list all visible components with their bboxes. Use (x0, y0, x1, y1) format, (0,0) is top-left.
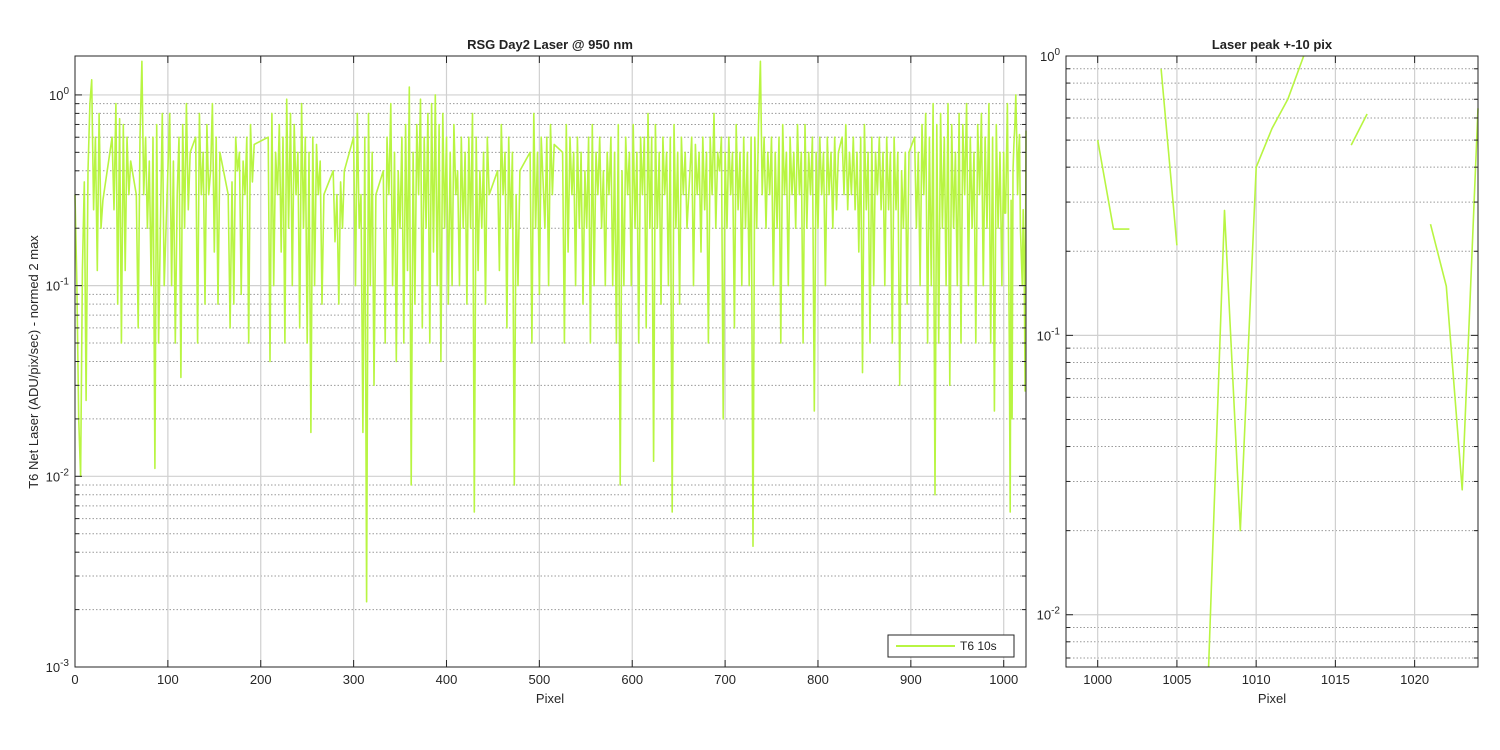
peak-plot-area (1066, 56, 1478, 667)
main-chart: 10-310-210-11000 100 200 300 400 500 600 700 800… (26, 37, 1027, 706)
main-x-tick-label: 0 (71, 672, 78, 687)
peak-y-tick-label: 10-1 (1037, 326, 1061, 343)
main-x-tick-label: 300 (343, 672, 365, 687)
peak-y-tick-label: 10-2 (1037, 606, 1061, 623)
peak-x-axis-label: Pixel (1258, 691, 1286, 706)
figure: 10-310-210-11000 100 200 300 400 500 600 700 800… (26, 37, 1479, 706)
main-y-tick-label: 100 (49, 86, 69, 103)
main-x-tick-label: 400 (436, 672, 458, 687)
main-y-tick-label: 10-1 (46, 277, 70, 294)
main-x-tick-label: 700 (714, 672, 736, 687)
legend-label: T6 10s (960, 639, 997, 653)
main-x-tick-label: 100 (157, 672, 179, 687)
peak-x-tick-label: 1000 (1083, 672, 1112, 687)
main-x-tick-label: 200 (250, 672, 272, 687)
main-chart-title: RSG Day2 Laser @ 950 nm (467, 37, 633, 52)
main-x-tick-label: 800 (807, 672, 829, 687)
main-y-tick-label: 10-2 (46, 467, 70, 484)
main-x-tick-label: 1000 (989, 672, 1018, 687)
peak-chart-title: Laser peak +-10 pix (1212, 37, 1333, 52)
main-x-tick-label: 600 (621, 672, 643, 687)
peak-x-tick-label: 1010 (1242, 672, 1271, 687)
main-x-tick-label: 900 (900, 672, 922, 687)
peak-x-tick-label: 1015 (1321, 672, 1350, 687)
main-legend: T6 10s (887, 634, 1015, 658)
peak-y-tick-label: 100 (1040, 47, 1060, 64)
main-y-tick-label: 10-3 (46, 658, 70, 675)
main-x-axis-label: Pixel (536, 691, 564, 706)
peak-chart: 10-2 10-1 100 1000 1005 1010 1015 1020 Laser pe… (1037, 37, 1479, 706)
peak-x-tick-label: 1020 (1400, 672, 1429, 687)
main-x-tick-label: 500 (529, 672, 551, 687)
peak-x-tick-label: 1005 (1162, 672, 1191, 687)
main-y-axis-label: T6 Net Laser (ADU/pix/sec) - normed 2 ma… (26, 235, 41, 489)
